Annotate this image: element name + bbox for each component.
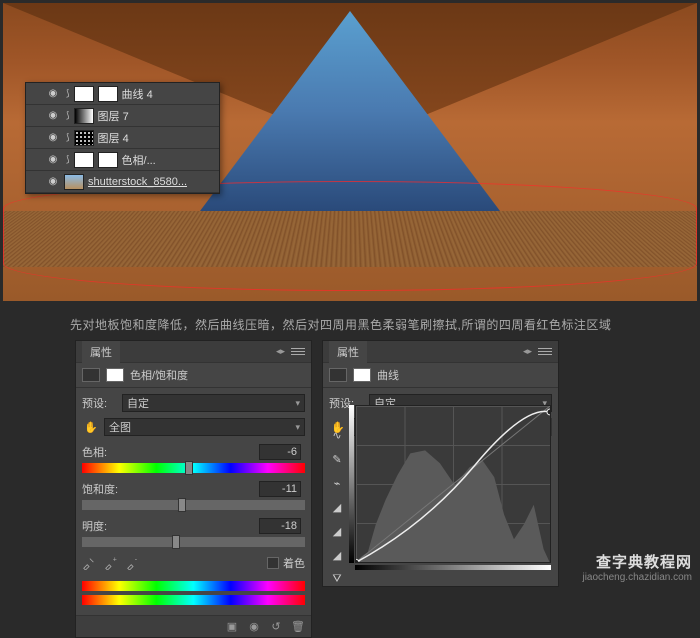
- layer-thumb: [64, 174, 84, 190]
- curve-pencil-tool-icon[interactable]: ✎: [329, 451, 345, 467]
- lightness-value-input[interactable]: -18: [259, 518, 301, 534]
- layer-row[interactable]: ◉ ⟆ 色相/...: [26, 149, 219, 171]
- panel-menu-icon[interactable]: [538, 348, 552, 355]
- eye-icon[interactable]: ◉: [247, 620, 261, 634]
- eye-icon[interactable]: ◉: [46, 131, 60, 145]
- adjustment-title: 色相/饱和度: [130, 367, 188, 383]
- curve-smooth-icon[interactable]: ⌁: [329, 475, 345, 491]
- lightness-slider[interactable]: [82, 537, 305, 547]
- eyedropper-icon[interactable]: [82, 556, 96, 570]
- properties-panel-hue-sat[interactable]: 属性 ◂▸ 色相/饱和度 预设: 自定 ▾ ✋ 全图 ▾ 色相:: [75, 340, 312, 638]
- layer-thumb: [74, 152, 94, 168]
- saturation-value-input[interactable]: -11: [259, 481, 301, 497]
- layer-thumb: [74, 86, 94, 102]
- eye-icon[interactable]: ◉: [46, 175, 60, 189]
- layer-thumb: [74, 108, 94, 124]
- layer-label: 曲线 4: [122, 86, 153, 102]
- panel-tab[interactable]: 属性: [82, 341, 120, 363]
- panel-header[interactable]: 属性 ◂▸: [323, 341, 558, 363]
- slider-thumb[interactable]: [178, 498, 186, 512]
- layer-row[interactable]: ◉ shutterstock_8580...: [26, 171, 219, 193]
- layer-thumb: [74, 130, 94, 146]
- hue-label: 色相:: [82, 444, 107, 460]
- adjustment-icon: [329, 368, 347, 382]
- trash-icon[interactable]: 🗑: [291, 620, 305, 634]
- preset-select[interactable]: 自定 ▾: [122, 394, 305, 412]
- hue-slider[interactable]: [82, 463, 305, 473]
- mask-icon: [353, 368, 371, 382]
- hue-value-input[interactable]: -6: [259, 444, 301, 460]
- colorize-checkbox[interactable]: [267, 557, 279, 569]
- svg-text:+: +: [113, 556, 117, 563]
- adjustment-title-row: 曲线: [323, 363, 558, 388]
- watermark: 查字典教程网 jiaocheng.chazidian.com: [582, 551, 692, 583]
- svg-text:-: -: [135, 556, 138, 563]
- mask-thumb: [98, 86, 118, 102]
- adjustment-icon: ⟆: [66, 132, 70, 143]
- eyedropper-plus-icon[interactable]: +: [104, 556, 118, 570]
- adjustment-icon: ⟆: [66, 88, 70, 99]
- adjustment-icon: ⟆: [66, 154, 70, 165]
- adjustment-title: 曲线: [377, 367, 399, 383]
- eyedropper-gray-icon[interactable]: ◢: [329, 523, 345, 539]
- slider-thumb[interactable]: [185, 461, 193, 475]
- eyedropper-black-icon[interactable]: ◢: [329, 499, 345, 515]
- curve-line[interactable]: [356, 406, 550, 562]
- panel-footer: ▣ ◉ ↺ 🗑: [76, 615, 311, 637]
- output-gradient: [349, 405, 354, 563]
- collapse-icon[interactable]: ◂▸: [276, 346, 285, 357]
- floor-graphic: [3, 211, 697, 267]
- layers-panel[interactable]: ◉ ⟆ 曲线 4 ◉ ⟆ 图层 7 ◉ ⟆ 图层 4 ◉ ⟆ 色相/... ◉ …: [25, 82, 220, 194]
- layer-row[interactable]: ◉ ⟆ 曲线 4: [26, 83, 219, 105]
- curves-graph[interactable]: [355, 405, 551, 563]
- layer-label: 图层 7: [98, 108, 129, 124]
- range-value: 全图: [109, 419, 131, 435]
- input-gradient: [355, 565, 551, 570]
- targeted-adjust-icon[interactable]: ✋: [82, 418, 100, 436]
- preset-label: 预设:: [82, 395, 118, 411]
- chevron-down-icon: ▾: [295, 422, 300, 433]
- range-select[interactable]: 全图 ▾: [104, 418, 305, 436]
- mask-thumb: [98, 152, 118, 168]
- panel-header[interactable]: 属性 ◂▸: [76, 341, 311, 363]
- eyedropper-white-icon[interactable]: ◢: [329, 547, 345, 563]
- panel-tab[interactable]: 属性: [329, 341, 367, 363]
- lightness-label: 明度:: [82, 518, 107, 534]
- layer-label: 色相/...: [122, 152, 156, 168]
- spectrum-display: [82, 581, 305, 605]
- reset-icon[interactable]: ↺: [269, 620, 283, 634]
- slider-thumb[interactable]: [172, 535, 180, 549]
- eye-icon[interactable]: ◉: [46, 109, 60, 123]
- curve-tools: ∿ ✎ ⌁ ◢ ◢ ◢ ⛛: [329, 427, 347, 587]
- watermark-url: jiaocheng.chazidian.com: [582, 572, 692, 583]
- mask-icon: [106, 368, 124, 382]
- saturation-label: 饱和度:: [82, 481, 118, 497]
- watermark-title: 查字典教程网: [582, 551, 692, 572]
- preset-value: 自定: [127, 395, 149, 411]
- layer-label: shutterstock_8580...: [88, 176, 187, 188]
- layer-row[interactable]: ◉ ⟆ 图层 7: [26, 105, 219, 127]
- adjustment-icon: [82, 368, 100, 382]
- eye-icon[interactable]: ◉: [46, 153, 60, 167]
- panel-menu-icon[interactable]: [291, 348, 305, 355]
- properties-panel-curves[interactable]: 属性 ◂▸ 曲线 预设: 自定 ▾ ✋ RGB ▾ 自动 ∿ ✎ ⌁: [322, 340, 559, 587]
- curve-options-icon[interactable]: ⛛: [329, 571, 345, 587]
- adjustment-icon: ⟆: [66, 110, 70, 121]
- eyedropper-minus-icon[interactable]: -: [126, 556, 140, 570]
- colorize-label: 着色: [283, 555, 305, 571]
- layer-row[interactable]: ◉ ⟆ 图层 4: [26, 127, 219, 149]
- triangle-window: [200, 11, 500, 211]
- clip-icon[interactable]: ▣: [225, 620, 239, 634]
- chevron-down-icon: ▾: [295, 398, 300, 409]
- instruction-text: 先对地板饱和度降低，然后曲线压暗，然后对四周用黑色柔弱笔刷擦拭,所谓的四周看红色…: [70, 316, 670, 333]
- saturation-slider[interactable]: [82, 500, 305, 510]
- eye-icon[interactable]: ◉: [46, 87, 60, 101]
- layer-label: 图层 4: [98, 130, 129, 146]
- adjustment-title-row: 色相/饱和度: [76, 363, 311, 388]
- curve-point-tool-icon[interactable]: ∿: [329, 427, 345, 443]
- collapse-icon[interactable]: ◂▸: [523, 346, 532, 357]
